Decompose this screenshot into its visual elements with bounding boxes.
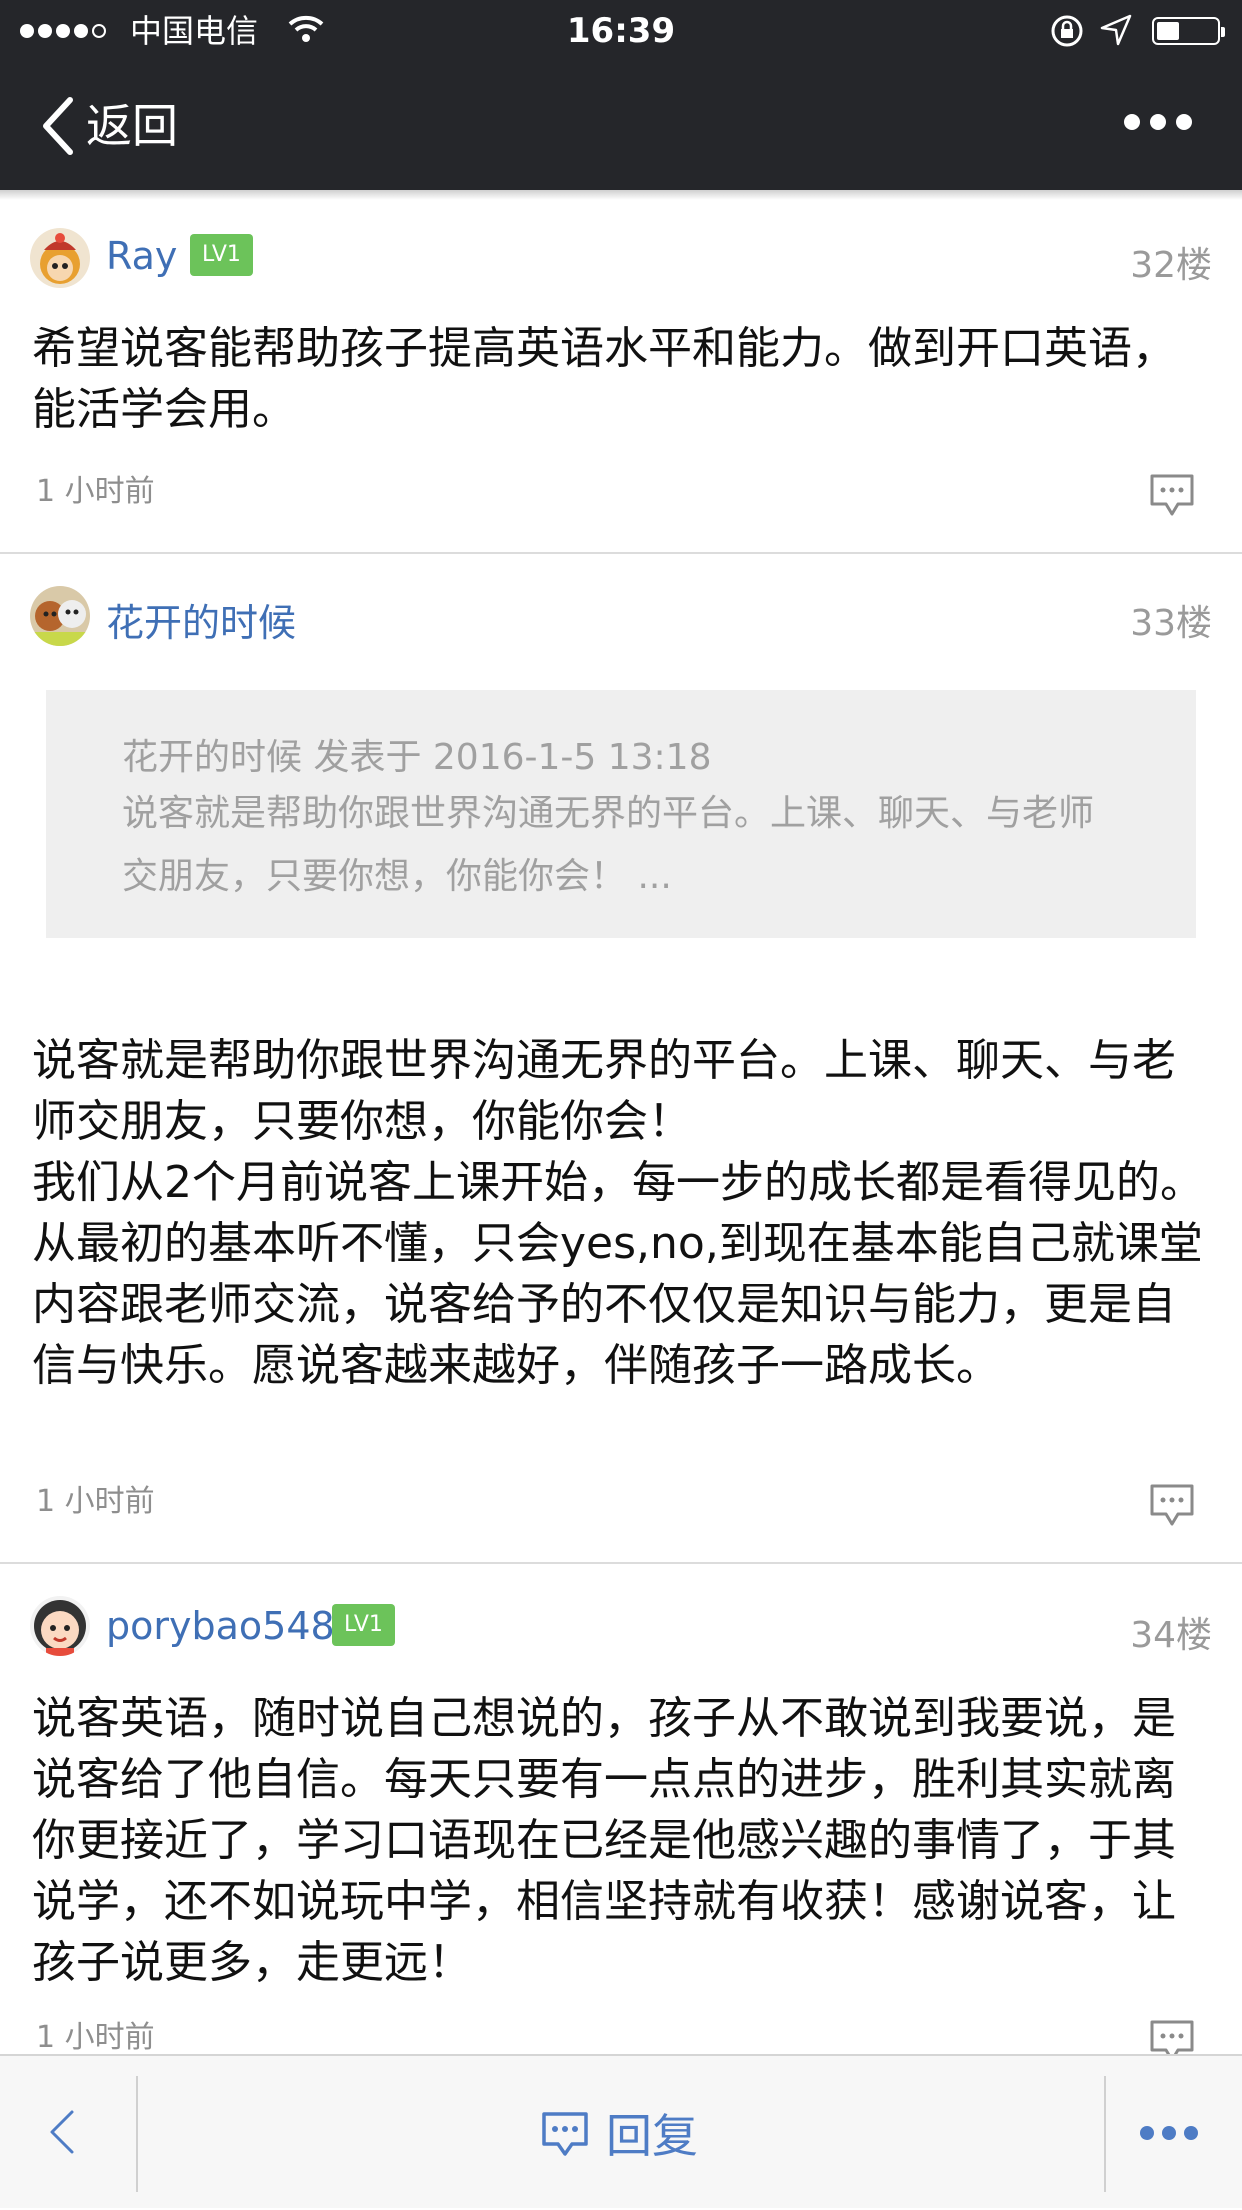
quote-header: 花开的时候 发表于 2016-1-5 13:18 (122, 737, 712, 778)
back-button[interactable]: 返回 (86, 62, 178, 190)
floor-number: 32楼 (1130, 245, 1212, 286)
username[interactable]: Ray (106, 234, 177, 278)
floor-number: 34楼 (1130, 1615, 1212, 1656)
toolbar-more-icon[interactable] (1140, 2126, 1198, 2140)
avatar[interactable] (30, 228, 90, 288)
toolbar-separator (136, 2076, 138, 2192)
bottom-toolbar: 回复 (0, 2054, 1242, 2208)
level-badge: LV1 (332, 1604, 395, 1646)
avatar[interactable] (30, 1596, 90, 1656)
comment-icon[interactable] (1148, 472, 1196, 518)
reply-button[interactable]: 回复 (540, 2056, 698, 2210)
username[interactable]: porybao548 (106, 1604, 335, 1648)
post-divider (0, 1562, 1242, 1564)
toolbar-back-icon[interactable] (46, 2108, 76, 2156)
rotation-lock-icon (1051, 15, 1083, 47)
comment-icon[interactable] (1148, 1482, 1196, 1528)
quote-text: 说客就是帮助你跟世界沟通无界的平台。上课、聊天、与老师交朋友，只要你想，你能你会… (122, 793, 1095, 897)
reply-icon (542, 2112, 588, 2156)
level-badge: LV1 (190, 234, 253, 276)
battery-icon (1152, 17, 1225, 45)
reply-label: 回复 (606, 2109, 698, 2163)
nav-shadow (0, 190, 1242, 200)
post-time: 1 小时前 (36, 474, 155, 509)
nav-bar: 返回 (0, 62, 1242, 190)
post-time: 1 小时前 (36, 2020, 155, 2055)
back-chevron-icon[interactable] (40, 96, 76, 156)
post-paragraph: 我们从2个月前说客上课开始，每一步的成长都是看得见的。从最初的基本听不懂，只会y… (32, 1157, 1204, 1391)
post-time: 1 小时前 (36, 1484, 155, 1519)
post-content: 希望说客能帮助孩子提高英语水平和能力。做到开口英语，能活学会用。 (32, 323, 1176, 435)
username[interactable]: 花开的时候 (106, 592, 296, 647)
toolbar-separator (1104, 2076, 1106, 2192)
post-content: 说客就是帮助你跟世界沟通无界的平台。上课、聊天、与老师交朋友，只要你想，你能你会… (32, 1030, 1212, 1396)
post-paragraph: 说客就是帮助你跟世界沟通无界的平台。上课、聊天、与老师交朋友，只要你想，你能你会… (32, 1035, 1176, 1147)
more-options-icon[interactable] (1124, 114, 1192, 130)
location-arrow-icon (1100, 14, 1132, 46)
status-bar: 中国电信 16:39 (0, 0, 1242, 62)
post-content: 说客英语，随时说自己想说的，孩子从不敢说到我要说，是说客给了他自信。每天只要有一… (32, 1693, 1176, 1988)
post-divider (0, 552, 1242, 554)
floor-number: 33楼 (1130, 603, 1212, 644)
avatar[interactable] (30, 586, 90, 646)
quoted-reply: 花开的时候 发表于 2016-1-5 13:18 说客就是帮助你跟世界沟通无界的… (46, 690, 1196, 938)
